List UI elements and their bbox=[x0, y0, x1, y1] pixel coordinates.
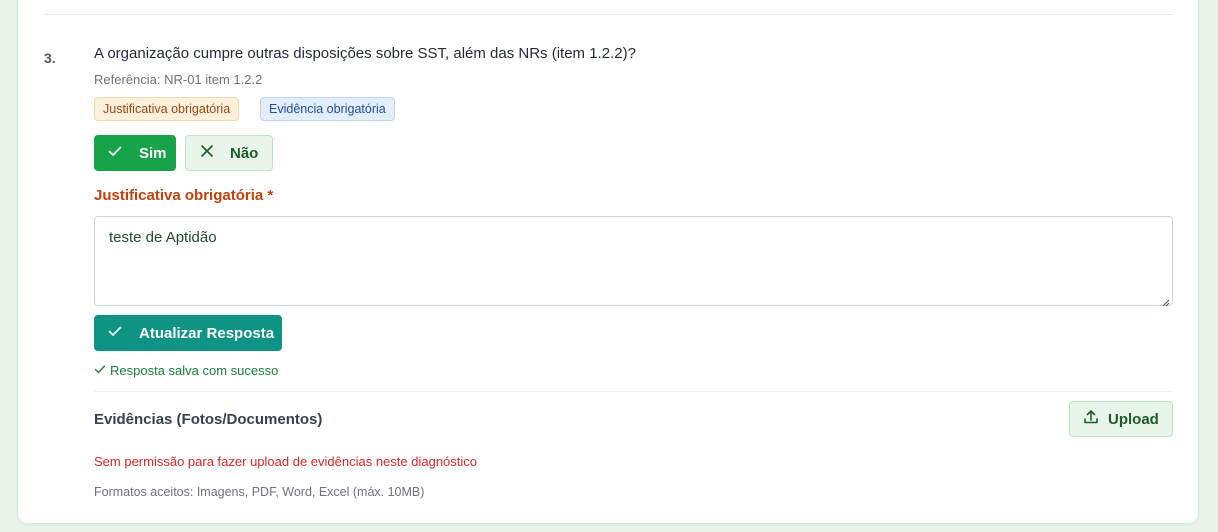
question-number: 3. bbox=[44, 50, 56, 66]
question-text: A organização cumpre outras disposições … bbox=[94, 45, 636, 62]
question-reference: Referência: NR-01 item 1.2.2 bbox=[94, 72, 263, 87]
tag-evidencia-obrigatoria: Evidência obrigatória bbox=[260, 97, 395, 121]
upload-button[interactable]: Upload bbox=[1069, 401, 1173, 437]
evidence-section-title: Evidências (Fotos/Documentos) bbox=[94, 411, 323, 428]
check-icon bbox=[107, 323, 123, 343]
success-message-text: Resposta salva com sucesso bbox=[110, 363, 279, 378]
no-button[interactable]: Não bbox=[185, 135, 273, 171]
no-button-label: Não bbox=[230, 144, 259, 162]
top-divider bbox=[44, 14, 1173, 15]
update-answer-button-label: Atualizar Resposta bbox=[139, 324, 275, 342]
resize-handle-icon[interactable] bbox=[1161, 294, 1170, 307]
x-icon bbox=[200, 144, 214, 162]
update-answer-button[interactable]: Atualizar Resposta bbox=[94, 315, 282, 351]
check-icon bbox=[94, 363, 106, 378]
upload-permission-error: Sem permissão para fazer upload de evidê… bbox=[94, 454, 478, 469]
upload-button-label: Upload bbox=[1108, 410, 1159, 428]
justification-label: Justificativa obrigatória * bbox=[94, 187, 274, 204]
tag-justificativa-obrigatoria: Justificativa obrigatória bbox=[94, 97, 240, 121]
upload-icon bbox=[1082, 408, 1100, 430]
yes-button-label: Sim bbox=[139, 144, 167, 162]
justification-textarea[interactable]: teste de Aptidão bbox=[94, 216, 1173, 306]
check-icon bbox=[107, 143, 123, 163]
success-message: Resposta salva com sucesso bbox=[94, 363, 278, 378]
accepted-formats-note: Formatos aceitos: Imagens, PDF, Word, Ex… bbox=[94, 485, 425, 499]
question-card: 3. A organização cumpre outras disposiçõ… bbox=[17, 0, 1199, 524]
section-divider bbox=[94, 391, 1173, 392]
yes-button[interactable]: Sim bbox=[94, 135, 176, 171]
